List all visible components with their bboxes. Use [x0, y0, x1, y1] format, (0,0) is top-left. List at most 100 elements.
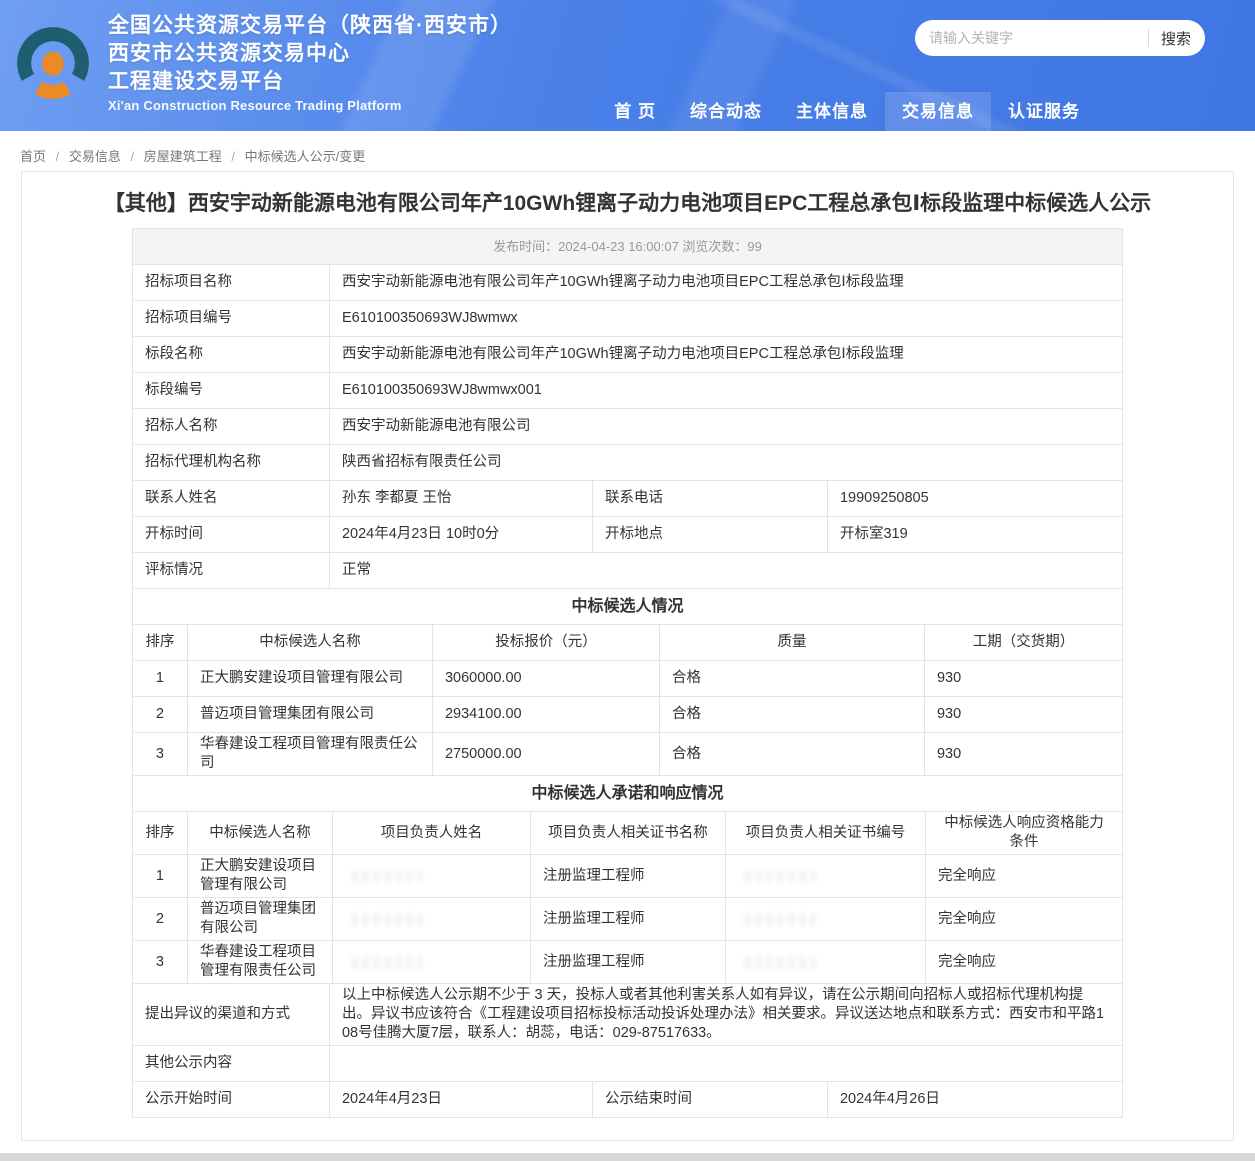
publish-info-row: 发布时间：2024-04-23 16:00:07 浏览次数：99	[132, 229, 1122, 265]
candidates-table: 中标候选人情况 排序 中标候选人名称 投标报价（元） 质量 工期（交货期） 1 …	[132, 588, 1123, 776]
brand-title-line2: 西安市公共资源交易中心	[108, 40, 512, 68]
redacted-blur	[351, 913, 423, 926]
cell-cert-name: 注册监理工程师	[530, 855, 725, 898]
brand-subtitle-en: Xi'an Construction Resource Trading Plat…	[108, 98, 512, 113]
table-row: 招标代理机构名称 陕西省招标有限责任公司	[132, 445, 1122, 481]
table-row: 标段名称 西安宇动新能源电池有限公司年产10GWh锂离子动力电池项目EPC工程总…	[132, 337, 1122, 373]
field-value: 2024年4月26日	[827, 1082, 1122, 1118]
field-value: 西安宇动新能源电池有限公司年产10GWh锂离子动力电池项目EPC工程总承包Ⅰ标段…	[329, 265, 1122, 301]
table-row: 招标人名称 西安宇动新能源电池有限公司	[132, 409, 1122, 445]
nav-item-news[interactable]: 综合动态	[673, 92, 779, 131]
cell-period: 930	[924, 661, 1122, 697]
column-header: 项目负责人相关证书名称	[530, 812, 725, 855]
cell-rank: 2	[132, 898, 187, 941]
search-box: 搜索	[915, 20, 1205, 56]
footer-info-table: 提出异议的渠道和方式 以上中标候选人公示期不少于 3 天，投标人或者其他利害关系…	[132, 983, 1123, 1118]
cell-rank: 1	[132, 855, 187, 898]
field-label: 公示开始时间	[132, 1082, 329, 1118]
field-value: 以上中标候选人公示期不少于 3 天，投标人或者其他利害关系人如有异议，请在公示期…	[329, 984, 1122, 1046]
redacted-blur	[744, 870, 816, 883]
breadcrumb-housing-construction[interactable]: 房屋建筑工程	[144, 149, 222, 164]
field-value: 开标室319	[827, 517, 1122, 553]
field-value: 2024年4月23日 10时0分	[329, 517, 592, 553]
search-input[interactable]	[929, 30, 1136, 46]
breadcrumb-separator: /	[231, 149, 235, 164]
cell-cert-number	[725, 898, 925, 941]
field-label: 标段名称	[132, 337, 329, 373]
nav-item-certification[interactable]: 认证服务	[991, 92, 1097, 131]
basic-info-table: 发布时间：2024-04-23 16:00:07 浏览次数：99 招标项目名称 …	[132, 228, 1123, 589]
cell-response: 完全响应	[925, 898, 1122, 941]
cell-cert-name: 注册监理工程师	[530, 941, 725, 984]
objection-row: 提出异议的渠道和方式 以上中标候选人公示期不少于 3 天，投标人或者其他利害关系…	[132, 984, 1122, 1046]
cell-person-name	[332, 941, 530, 984]
column-header: 投标报价（元）	[432, 625, 659, 661]
field-value: 正常	[329, 553, 1122, 589]
cell-rank: 1	[132, 661, 187, 697]
nav-item-trade-info[interactable]: 交易信息	[885, 92, 991, 131]
field-value: 19909250805	[827, 481, 1122, 517]
cell-candidate-name: 华春建设工程项目管理有限责任公司	[187, 733, 432, 776]
column-header: 中标候选人响应资格能力条件	[925, 812, 1122, 855]
publish-info: 发布时间：2024-04-23 16:00:07 浏览次数：99	[132, 229, 1122, 265]
table-row: 招标项目编号 E610100350693WJ8wmwx	[132, 301, 1122, 337]
response-row: 1 正大鹏安建设项目管理有限公司 注册监理工程师 完全响应	[132, 855, 1122, 898]
table-row: 招标项目名称 西安宇动新能源电池有限公司年产10GWh锂离子动力电池项目EPC工…	[132, 265, 1122, 301]
cell-cert-name: 注册监理工程师	[530, 898, 725, 941]
section-title-row: 中标候选人情况	[132, 589, 1122, 625]
redacted-blur	[351, 870, 423, 883]
nav-item-entities[interactable]: 主体信息	[779, 92, 885, 131]
field-value: E610100350693WJ8wmwx	[329, 301, 1122, 337]
field-label: 公示结束时间	[592, 1082, 827, 1118]
redacted-blur	[744, 956, 816, 969]
cell-quality: 合格	[659, 697, 924, 733]
platform-logo-icon[interactable]	[16, 26, 90, 100]
field-label: 招标项目名称	[132, 265, 329, 301]
table-header-row: 排序 中标候选人名称 项目负责人姓名 项目负责人相关证书名称 项目负责人相关证书…	[132, 812, 1122, 855]
response-table: 中标候选人承诺和响应情况 排序 中标候选人名称 项目负责人姓名 项目负责人相关证…	[132, 775, 1123, 984]
field-label: 联系人姓名	[132, 481, 329, 517]
cell-person-name	[332, 898, 530, 941]
field-label: 开标时间	[132, 517, 329, 553]
field-label: 招标项目编号	[132, 301, 329, 337]
table-row: 联系人姓名 孙东 李都夏 王怡 联系电话 19909250805	[132, 481, 1122, 517]
field-label: 联系电话	[592, 481, 827, 517]
search-button[interactable]: 搜索	[1161, 28, 1191, 49]
field-value: E610100350693WJ8wmwx001	[329, 373, 1122, 409]
field-label: 招标人名称	[132, 409, 329, 445]
cell-rank: 3	[132, 941, 187, 984]
cell-response: 完全响应	[925, 941, 1122, 984]
cell-candidate-name: 正大鹏安建设项目管理有限公司	[187, 855, 332, 898]
breadcrumb: 首页 / 交易信息 / 房屋建筑工程 / 中标候选人公示/变更	[0, 131, 1255, 171]
breadcrumb-home[interactable]: 首页	[20, 149, 46, 164]
cell-cert-number	[725, 855, 925, 898]
cell-candidate-name: 华春建设工程项目管理有限责任公司	[187, 941, 332, 984]
cell-candidate-name: 正大鹏安建设项目管理有限公司	[187, 661, 432, 697]
field-label: 评标情况	[132, 553, 329, 589]
nav-item-home[interactable]: 首 页	[597, 92, 673, 131]
field-label: 招标代理机构名称	[132, 445, 329, 481]
candidate-row: 1 正大鹏安建设项目管理有限公司 3060000.00 合格 930	[132, 661, 1122, 697]
cell-period: 930	[924, 697, 1122, 733]
cell-period: 930	[924, 733, 1122, 776]
column-header: 质量	[659, 625, 924, 661]
cell-rank: 3	[132, 733, 187, 776]
site-header: 全国公共资源交易平台（陕西省·西安市） 西安市公共资源交易中心 工程建设交易平台…	[0, 0, 1255, 131]
field-value: 2024年4月23日	[329, 1082, 592, 1118]
breadcrumb-separator: /	[56, 149, 60, 164]
column-header: 项目负责人相关证书编号	[725, 812, 925, 855]
brand-title-line3: 工程建设交易平台	[108, 68, 512, 96]
cell-person-name	[332, 855, 530, 898]
column-header: 工期（交货期）	[924, 625, 1122, 661]
breadcrumb-trade-info[interactable]: 交易信息	[69, 149, 121, 164]
column-header: 项目负责人姓名	[332, 812, 530, 855]
candidate-row: 3 华春建设工程项目管理有限责任公司 2750000.00 合格 930	[132, 733, 1122, 776]
field-label: 开标地点	[592, 517, 827, 553]
redacted-blur	[351, 956, 423, 969]
main-nav: 首 页 综合动态 主体信息 交易信息 认证服务	[597, 92, 1097, 131]
publicity-period-row: 公示开始时间 2024年4月23日 公示结束时间 2024年4月26日	[132, 1082, 1122, 1118]
table-row: 评标情况 正常	[132, 553, 1122, 589]
table-header-row: 排序 中标候选人名称 投标报价（元） 质量 工期（交货期）	[132, 625, 1122, 661]
footer-strip	[0, 1153, 1255, 1161]
table-row: 标段编号 E610100350693WJ8wmwx001	[132, 373, 1122, 409]
